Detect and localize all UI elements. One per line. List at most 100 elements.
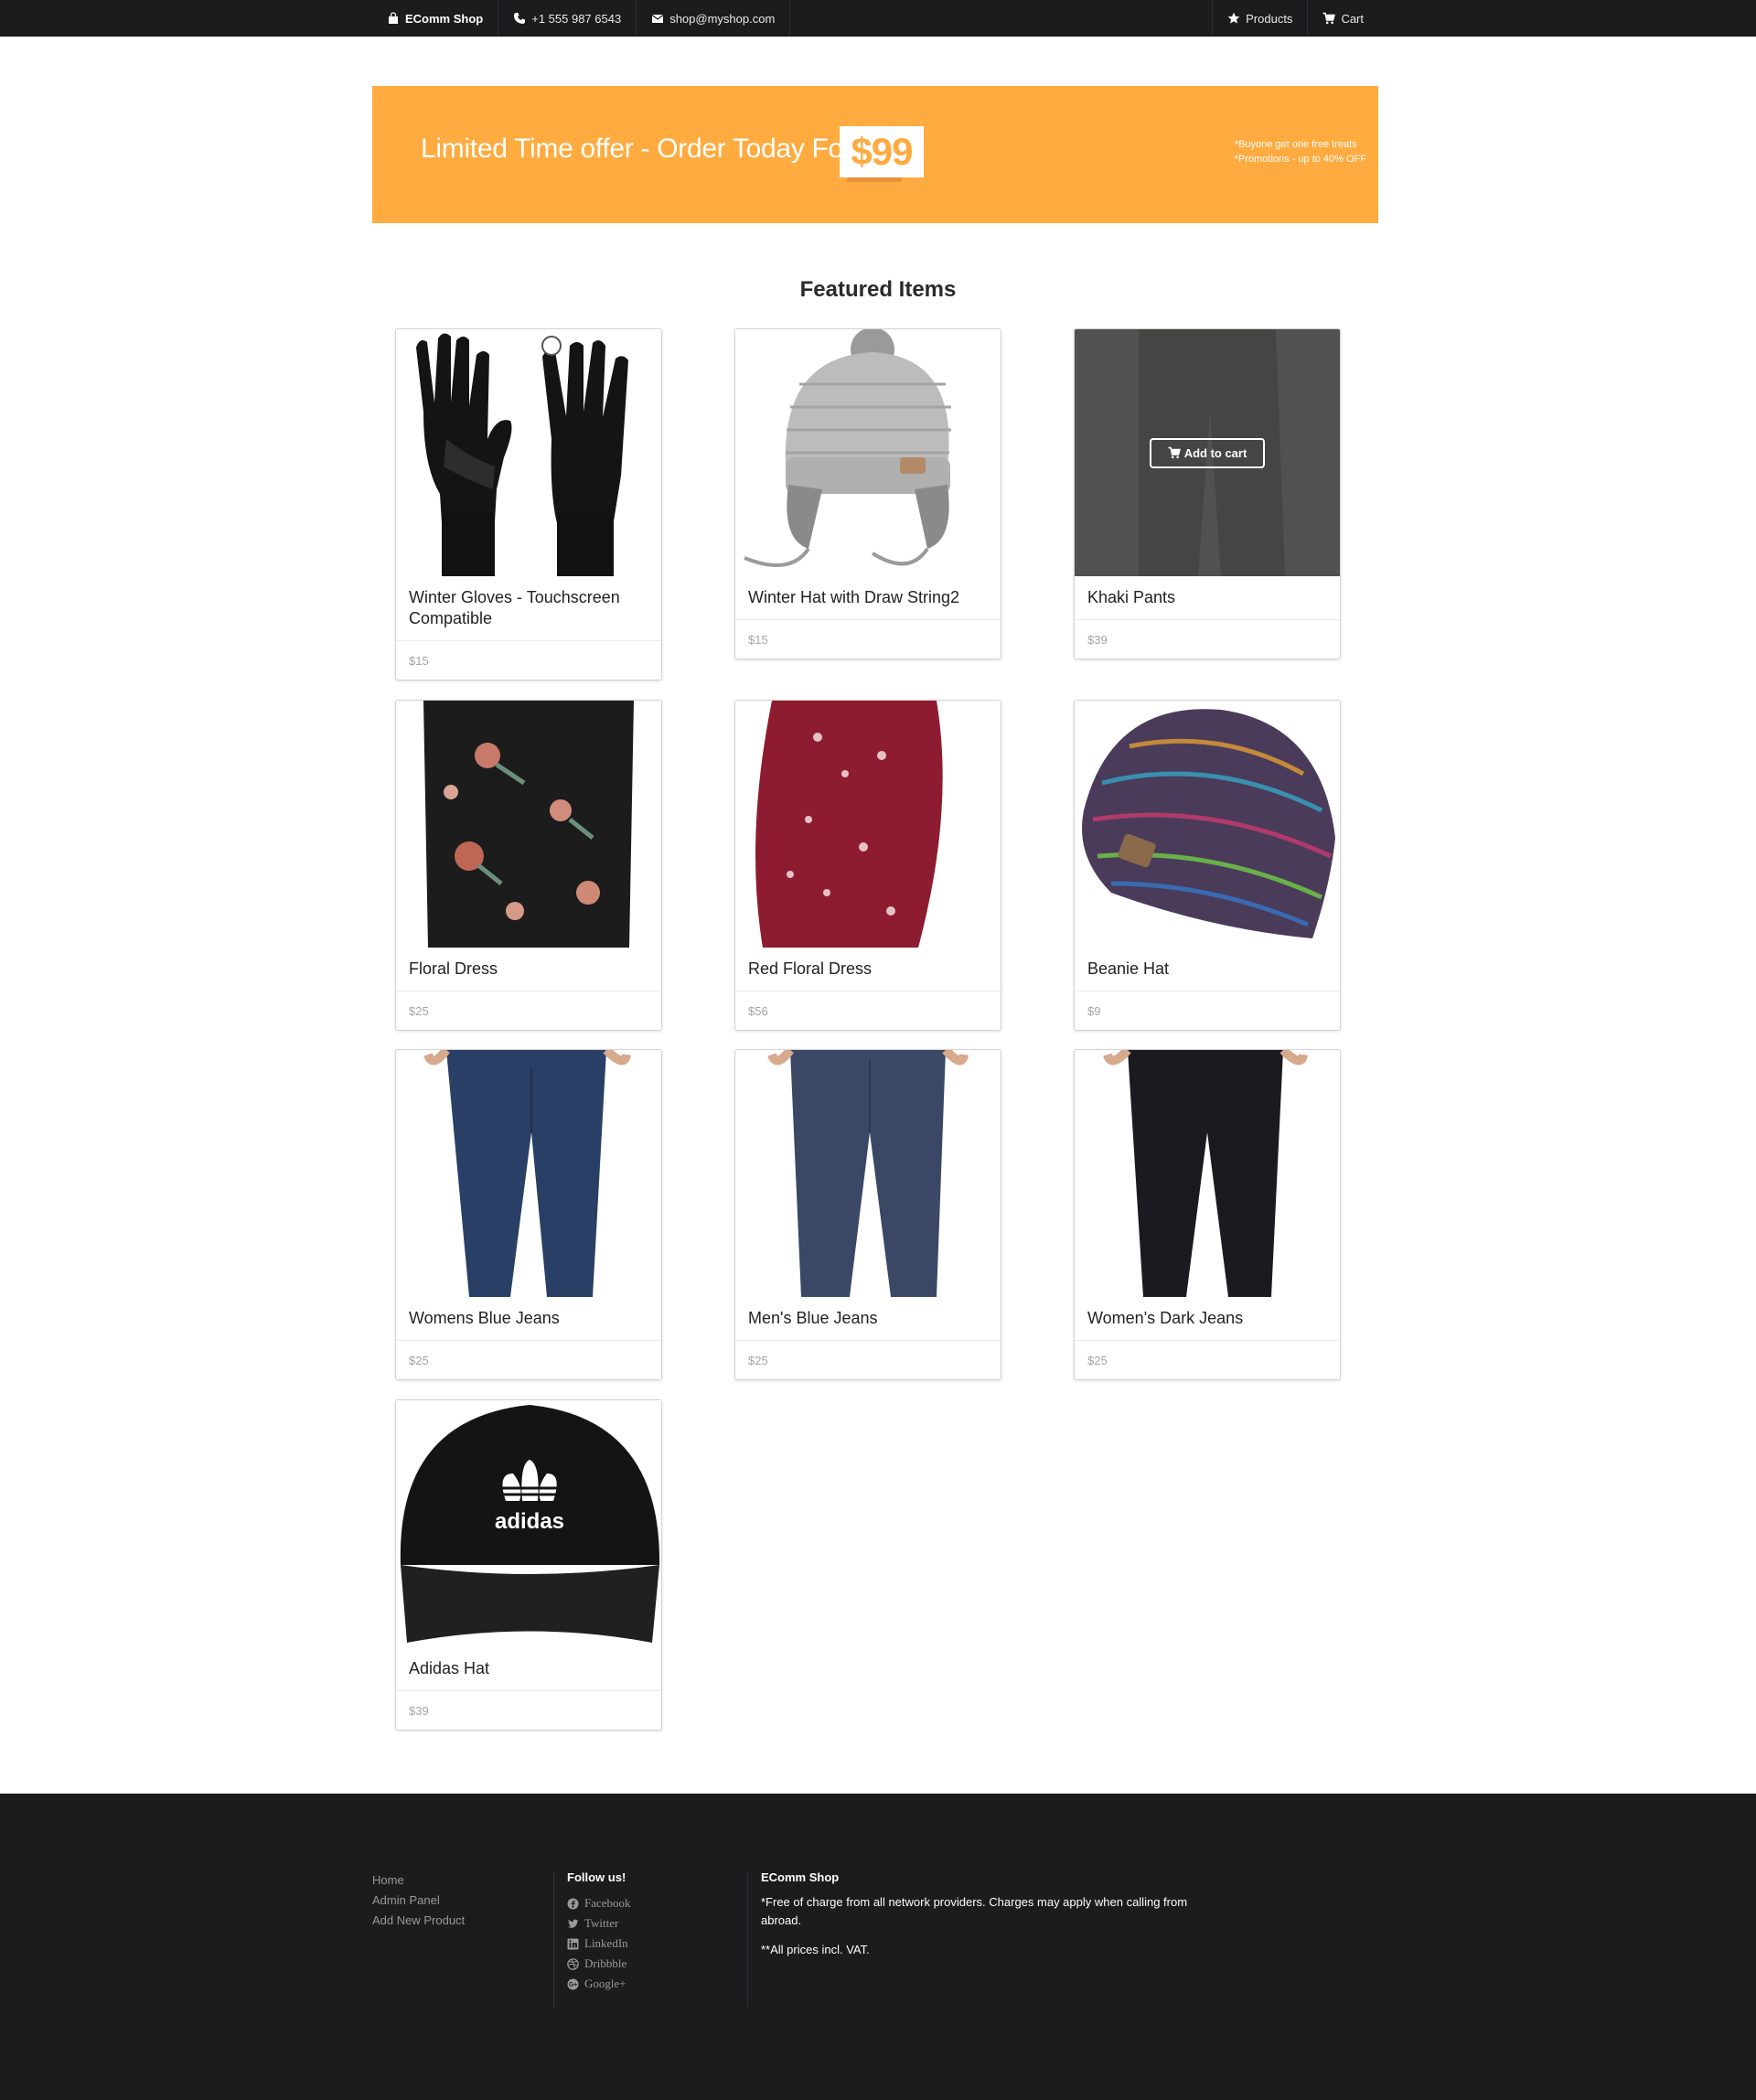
product-name[interactable]: Womens Blue Jeans xyxy=(396,1297,661,1341)
product-card[interactable]: Women's Dark Jeans $25 xyxy=(1074,1049,1341,1380)
nav-products[interactable]: Products xyxy=(1212,0,1307,37)
product-name[interactable]: Winter Hat with Draw String2 xyxy=(735,576,1001,620)
womens-dark-jeans-image xyxy=(1075,1050,1340,1297)
brand-name: EComm Shop xyxy=(405,11,484,26)
add-to-cart-label: Add to cart xyxy=(1183,445,1247,460)
shopping-bag-icon xyxy=(389,12,398,24)
nav-cart-label: Cart xyxy=(1341,11,1364,26)
footer: Home Admin Panel Add New Product Follow … xyxy=(0,1794,1756,2100)
product-price: $9 xyxy=(1087,1004,1101,1018)
product-image-grey-hat[interactable] xyxy=(735,329,1001,576)
nav-cart[interactable]: Cart xyxy=(1307,0,1378,37)
cart-icon xyxy=(1168,446,1181,459)
facebook-icon xyxy=(567,1898,579,1909)
product-name[interactable]: Floral Dress xyxy=(396,948,661,991)
social-label: LinkedIn xyxy=(584,1936,628,1950)
brand-link[interactable]: EComm Shop xyxy=(372,0,499,37)
about-text: **All prices incl. VAT. xyxy=(761,1943,870,1956)
gloves-image: SPORTA xyxy=(396,329,661,576)
twitter-icon xyxy=(567,1919,579,1928)
product-name[interactable]: Winter Gloves - Touchscreen Compatible xyxy=(396,576,661,641)
product-card[interactable]: adidas Adidas Hat $39 xyxy=(395,1399,662,1730)
product-card[interactable]: Add to cart Khaki Pants $39 xyxy=(1074,328,1341,659)
promo-banner[interactable]: Limited Time offer - Order Today For $99… xyxy=(372,86,1378,223)
product-name[interactable]: Khaki Pants xyxy=(1075,576,1340,620)
product-image-mens-blue-jeans[interactable] xyxy=(735,1050,1001,1297)
social-linkedin[interactable]: LinkedIn xyxy=(567,1934,631,1954)
product-price: $39 xyxy=(1087,633,1108,647)
product-image-red-floral-dress[interactable] xyxy=(735,701,1001,948)
phone-number: +1 555 987 6543 xyxy=(531,11,622,26)
about-text: *Free of charge from all network provide… xyxy=(761,1895,1188,1927)
top-navbar: EComm Shop +1 555 987 6543 shop@myshop.c… xyxy=(0,0,1756,37)
social-google-plus[interactable]: G+ Google+ xyxy=(567,1974,631,1994)
footer-link-home[interactable]: Home xyxy=(372,1870,465,1891)
product-name[interactable]: Red Floral Dress xyxy=(735,948,1001,991)
mens-blue-jeans-image xyxy=(735,1050,1001,1297)
beanie-image xyxy=(1075,701,1340,948)
red-floral-dress-image xyxy=(735,701,1001,948)
product-price: $25 xyxy=(409,1354,429,1367)
product-price: $25 xyxy=(1087,1354,1108,1367)
email-link[interactable]: shop@myshop.com xyxy=(637,0,791,37)
footer-follow: Follow us! Facebook Twitter LinkedIn Dri… xyxy=(553,1870,631,2008)
grey-hat-image xyxy=(735,329,1001,576)
promo-notes: *Buyone get one free treats *Promotions … xyxy=(1235,137,1366,166)
product-card[interactable]: Men's Blue Jeans $25 xyxy=(734,1049,1001,1380)
product-card[interactable]: Floral Dress $25 xyxy=(395,700,662,1031)
linkedin-icon xyxy=(567,1938,579,1949)
about-title: EComm Shop xyxy=(761,1870,840,1884)
follow-title: Follow us! xyxy=(567,1870,626,1884)
product-image-womens-blue-jeans[interactable] xyxy=(396,1050,661,1297)
product-image-womens-dark-jeans[interactable] xyxy=(1075,1050,1340,1297)
social-twitter[interactable]: Twitter xyxy=(567,1913,631,1934)
social-label: Dribbble xyxy=(584,1956,627,1970)
google-plus-icon: G+ xyxy=(567,1978,579,1989)
svg-text:adidas: adidas xyxy=(495,1509,564,1534)
social-label: Google+ xyxy=(584,1977,626,1990)
social-facebook[interactable]: Facebook xyxy=(567,1893,631,1913)
promo-note: *Buyone get one free treats xyxy=(1234,139,1357,150)
card-hover-overlay: Add to cart xyxy=(1075,329,1340,576)
envelope-icon xyxy=(651,15,664,23)
footer-links: Home Admin Panel Add New Product xyxy=(372,1870,465,1931)
social-label: Twitter xyxy=(584,1916,619,1930)
footer-about: EComm Shop *Free of charge from all netw… xyxy=(747,1870,1187,2008)
product-price: $25 xyxy=(409,1004,429,1018)
social-label: Facebook xyxy=(584,1896,631,1910)
product-image-beanie[interactable] xyxy=(1075,701,1340,948)
product-price: $15 xyxy=(748,633,768,647)
nav-products-label: Products xyxy=(1246,11,1293,26)
product-name[interactable]: Men's Blue Jeans xyxy=(735,1297,1001,1341)
dribbble-icon xyxy=(567,1957,579,1970)
product-name[interactable]: Women's Dark Jeans xyxy=(1075,1297,1340,1341)
social-dribbble[interactable]: Dribbble xyxy=(567,1954,631,1974)
product-card[interactable]: SPORTA Winter Gloves - Touchscreen Compa… xyxy=(395,328,662,680)
product-card[interactable]: Red Floral Dress $56 xyxy=(734,700,1001,1031)
section-title: Featured Items xyxy=(799,277,957,302)
womens-blue-jeans-image xyxy=(396,1050,661,1297)
promo-price-tag: $99 xyxy=(840,126,924,177)
product-price: $15 xyxy=(409,654,429,668)
floral-dress-image xyxy=(396,701,661,948)
promo-note: *Promotions - up to 40% OFF xyxy=(1234,154,1366,165)
product-image-floral-dress[interactable] xyxy=(396,701,661,948)
product-card[interactable]: Winter Hat with Draw String2 $15 xyxy=(734,328,1001,659)
product-card[interactable]: Womens Blue Jeans $25 xyxy=(395,1049,662,1380)
product-image-khaki-pants[interactable]: Add to cart xyxy=(1075,329,1340,576)
add-to-cart-button[interactable]: Add to cart xyxy=(1149,437,1266,468)
product-image-gloves[interactable]: SPORTA xyxy=(396,329,661,576)
product-price: $25 xyxy=(748,1354,768,1367)
phone-link[interactable]: +1 555 987 6543 xyxy=(498,0,637,37)
product-price: $39 xyxy=(409,1704,429,1718)
svg-text:G+: G+ xyxy=(569,1982,578,1988)
star-icon xyxy=(1227,12,1240,24)
product-name[interactable]: Adidas Hat xyxy=(396,1647,661,1691)
product-name[interactable]: Beanie Hat xyxy=(1075,948,1340,991)
cart-icon xyxy=(1322,12,1336,25)
product-image-adidas-hat[interactable]: adidas xyxy=(396,1400,661,1647)
phone-icon xyxy=(514,13,526,24)
footer-link-add-new-product[interactable]: Add New Product xyxy=(372,1911,465,1931)
footer-link-admin-panel[interactable]: Admin Panel xyxy=(372,1891,465,1911)
product-card[interactable]: Beanie Hat $9 xyxy=(1074,700,1341,1031)
